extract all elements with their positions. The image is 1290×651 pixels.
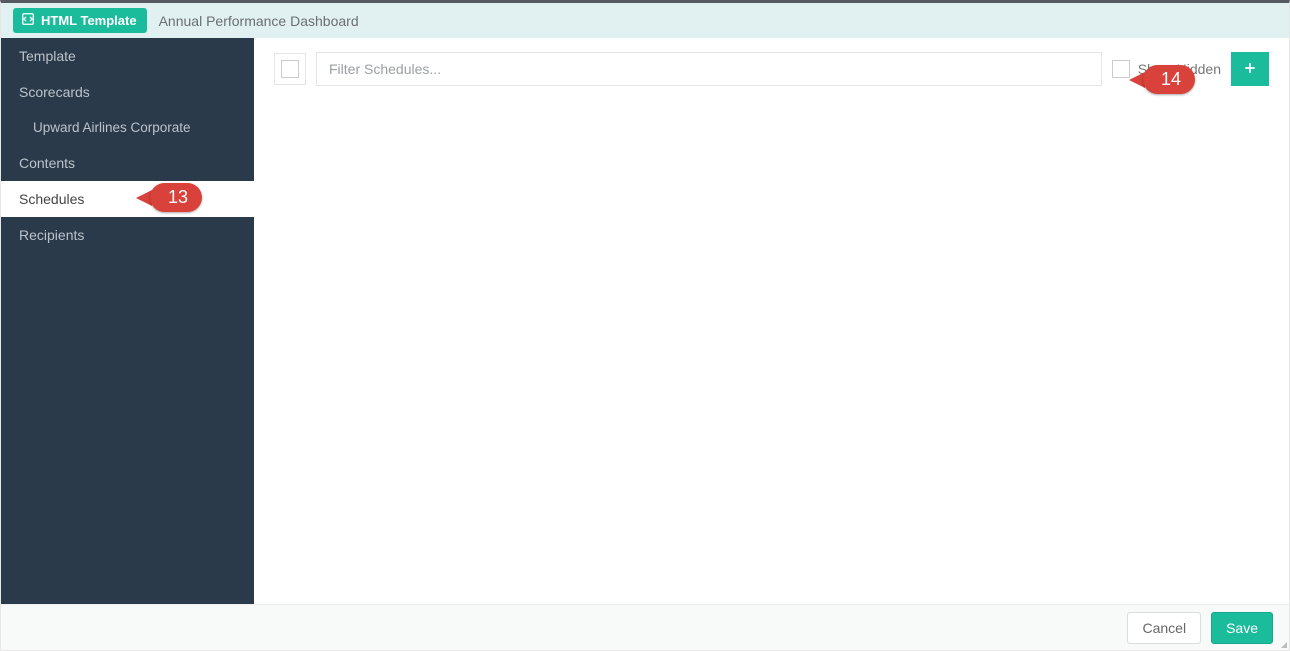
sidebar-item-recipients[interactable]: Recipients: [1, 217, 254, 253]
main-panel: Show Hidden: [254, 38, 1289, 604]
show-hidden-label: Show Hidden: [1138, 61, 1221, 77]
schedules-empty-area: [254, 86, 1289, 604]
filter-schedules-input[interactable]: [329, 61, 1089, 77]
show-hidden-toggle[interactable]: Show Hidden: [1112, 60, 1221, 78]
plus-icon: [1243, 61, 1257, 78]
sidebar-item-schedules[interactable]: Schedules: [1, 181, 254, 217]
footer-bar: Cancel Save: [1, 604, 1289, 650]
app-window: HTML Template Annual Performance Dashboa…: [0, 0, 1290, 651]
left-sidebar: Template Scorecards Upward Airlines Corp…: [1, 38, 254, 604]
filter-input-wrap: [316, 52, 1102, 86]
show-hidden-checkbox[interactable]: [1112, 60, 1130, 78]
schedules-toolbar: Show Hidden: [254, 38, 1289, 86]
sidebar-item-upward-airlines-corporate[interactable]: Upward Airlines Corporate: [1, 110, 254, 145]
sidebar-item-template[interactable]: Template: [1, 38, 254, 74]
select-all-checkbox-wrap: [274, 53, 306, 85]
resize-handle-icon[interactable]: [1277, 638, 1287, 648]
sidebar-item-contents[interactable]: Contents: [1, 145, 254, 181]
header-bar: HTML Template Annual Performance Dashboa…: [1, 3, 1289, 38]
select-all-checkbox[interactable]: [281, 60, 299, 78]
sidebar-item-scorecards[interactable]: Scorecards: [1, 74, 254, 110]
add-schedule-button[interactable]: [1231, 52, 1269, 86]
page-title: Annual Performance Dashboard: [159, 13, 359, 29]
template-type-badge-label: HTML Template: [41, 13, 137, 28]
save-button[interactable]: Save: [1211, 612, 1273, 644]
template-type-badge: HTML Template: [13, 8, 147, 33]
html-template-icon: [21, 12, 35, 29]
body-split: Template Scorecards Upward Airlines Corp…: [1, 38, 1289, 604]
cancel-button[interactable]: Cancel: [1127, 612, 1201, 644]
